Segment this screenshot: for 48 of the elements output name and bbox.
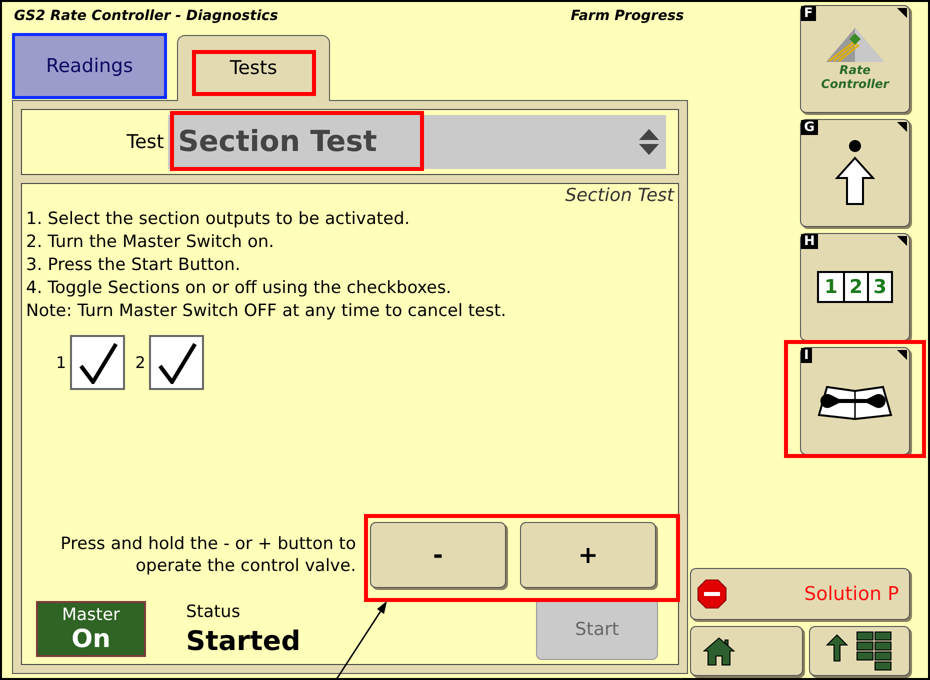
softkey-button[interactable]: F Rate Controller [800,5,910,113]
status-label: Status [186,601,242,624]
check-icon [78,342,118,384]
status-value: Started [186,626,300,658]
instruction-line: 4. Toggle Sections on or off using the checkboxes. [26,277,452,300]
tab[interactable]: Readings [12,33,167,99]
master-value: On [71,625,111,653]
instruction-line: Note: Turn Master Switch OFF at any time to cancel test. [26,300,508,323]
softkey-button[interactable]: G [800,119,910,227]
counter-digit: 3 [867,272,891,302]
softkey-letter: H [801,234,818,249]
brand-text: Farm Progress [570,6,685,26]
corner-triangle-icon [897,8,907,18]
screen-title: GS2 Rate Controller - Diagnostics [14,6,278,26]
arrow-up-icon [835,140,875,206]
spinner-arrows-icon [638,127,660,157]
softkey-button[interactable]: H 1 2 3 [800,233,910,341]
softkey-letter: G [801,120,818,135]
home-icon [703,636,735,666]
instruction-line: 3. Press the Start Button. [26,254,242,277]
arrow-grid-icon [824,631,894,671]
softkey-letter: F [801,6,816,21]
logo-text: Rate Controller [820,63,890,91]
softkey-letter: I [801,348,812,363]
section-checkbox[interactable] [70,335,126,390]
test-dropdown[interactable]: Section Test [168,115,666,169]
hold-instructions: Press and hold the - or + button to operate the control valve. [60,533,356,577]
master-label: Master [62,605,120,625]
corner-triangle-icon [897,122,907,132]
check-icon [156,342,197,384]
section-title: Section Test [565,184,674,208]
instruction-line: 2. Turn the Master Switch on. [26,231,276,254]
corner-triangle-icon [897,350,907,360]
nav-button[interactable] [690,626,803,676]
valve-button[interactable]: - [370,522,506,588]
instruction-line: 1. Select the section outputs to be activated. [26,208,411,231]
triangle-logo-icon [825,27,885,63]
checkbox-label: 1 [56,352,66,374]
valve-button[interactable]: + [520,522,656,588]
stop-sign-icon [697,579,727,609]
softkey-button[interactable]: I [800,347,910,455]
checkbox-label: 2 [135,352,146,374]
counter-digit: 2 [843,272,867,302]
counter-digit: 1 [823,274,839,300]
test-label: Test [126,130,165,155]
section-checkbox[interactable] [149,335,204,390]
corner-triangle-icon [897,236,907,246]
nav-button[interactable] [809,626,910,676]
